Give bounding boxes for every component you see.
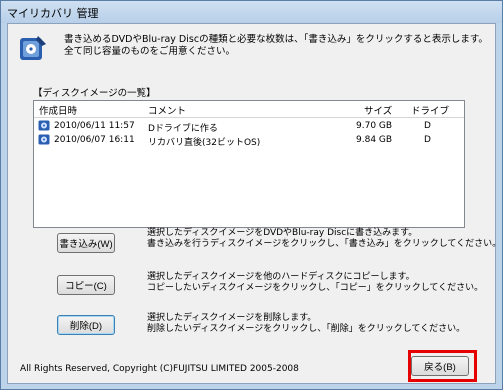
disk-image-list[interactable]: 作成日時 コメント サイズ ドライブ 2010/06/11 11:57 Dドライ… <box>33 100 465 228</box>
list-item[interactable]: 2010/06/11 11:57 Dドライブに作る 9.70 GB D <box>34 119 464 134</box>
intro-line-1: 書き込めるDVDやBlu-ray Discの種類と必要な枚数は、「書き込み」をク… <box>64 34 488 45</box>
app-window: マイリカバリ 管理 書き込めるDVDやBlu-ray Discの種類と必要な枚数… <box>0 0 503 390</box>
delete-description-line-2: 削除したいディスクイメージをクリックし、「削除」をクリックしてください。 <box>147 324 466 334</box>
intro-line-2: 全て同じ容量のものをご用意ください。 <box>64 46 236 57</box>
row-size: 9.84 GB <box>356 135 393 145</box>
copy-description-line-2: コピーしたいディスクイメージをクリックし、「コピー」をクリックしてください。 <box>147 283 484 293</box>
delete-description-line-1: 選択したディスクイメージを削除します。 <box>147 313 317 323</box>
write-description-line-2: 書き込みを行うディスクイメージをクリックし、「書き込み」をクリックしてください。 <box>147 239 502 249</box>
delete-description: 選択したディスクイメージを削除します。 削除したいディスクイメージをクリックし、… <box>147 313 487 335</box>
disk-image-list-label: 【ディスクイメージの一覧】 <box>33 88 156 99</box>
row-drive: D <box>424 121 431 131</box>
disk-image-icon <box>38 134 50 145</box>
row-size: 9.70 GB <box>356 121 393 131</box>
copy-button[interactable]: コピー(C) <box>57 275 115 295</box>
delete-button[interactable]: 削除(D) <box>57 315 115 335</box>
client-area: 書き込めるDVDやBlu-ray Discの種類と必要な枚数は、「書き込み」をク… <box>7 23 502 384</box>
column-header-comment[interactable]: コメント <box>148 103 186 117</box>
row-drive: D <box>424 135 431 145</box>
title-bar[interactable]: マイリカバリ 管理 <box>1 1 502 23</box>
copyright-text: All Rights Reserved, Copyright (C)FUJITS… <box>20 364 299 374</box>
copy-description-line-1: 選択したディスクイメージを他のハードディスクにコピーします。 <box>147 272 415 282</box>
list-header: 作成日時 コメント サイズ ドライブ <box>34 101 464 118</box>
row-date: 2010/06/11 11:57 <box>54 121 135 131</box>
back-button-highlight <box>408 350 477 382</box>
write-button[interactable]: 書き込み(W) <box>57 233 115 253</box>
intro-text: 書き込めるDVDやBlu-ray Discの種類と必要な枚数は、「書き込み」をク… <box>64 34 489 58</box>
column-header-size[interactable]: サイズ <box>364 103 392 117</box>
write-description: 選択したディスクイメージをDVDやBlu-ray Discに書き込みます。 書き… <box>147 228 502 250</box>
write-description-line-1: 選択したディスクイメージをDVDやBlu-ray Discに書き込みます。 <box>147 228 418 238</box>
column-header-drive[interactable]: ドライブ <box>411 103 449 117</box>
recovery-app-icon <box>20 36 46 60</box>
copy-description: 選択したディスクイメージを他のハードディスクにコピーします。 コピーしたいディス… <box>147 272 487 294</box>
row-comment: リカバリ直後(32ビットOS) <box>148 138 261 148</box>
column-header-date[interactable]: 作成日時 <box>39 103 77 117</box>
disk-image-icon <box>38 120 50 131</box>
list-item[interactable]: 2010/06/07 16:11 リカバリ直後(32ビットOS) 9.84 GB… <box>34 133 464 148</box>
window-title: マイリカバリ 管理 <box>7 7 99 20</box>
row-date: 2010/06/07 16:11 <box>54 135 135 145</box>
